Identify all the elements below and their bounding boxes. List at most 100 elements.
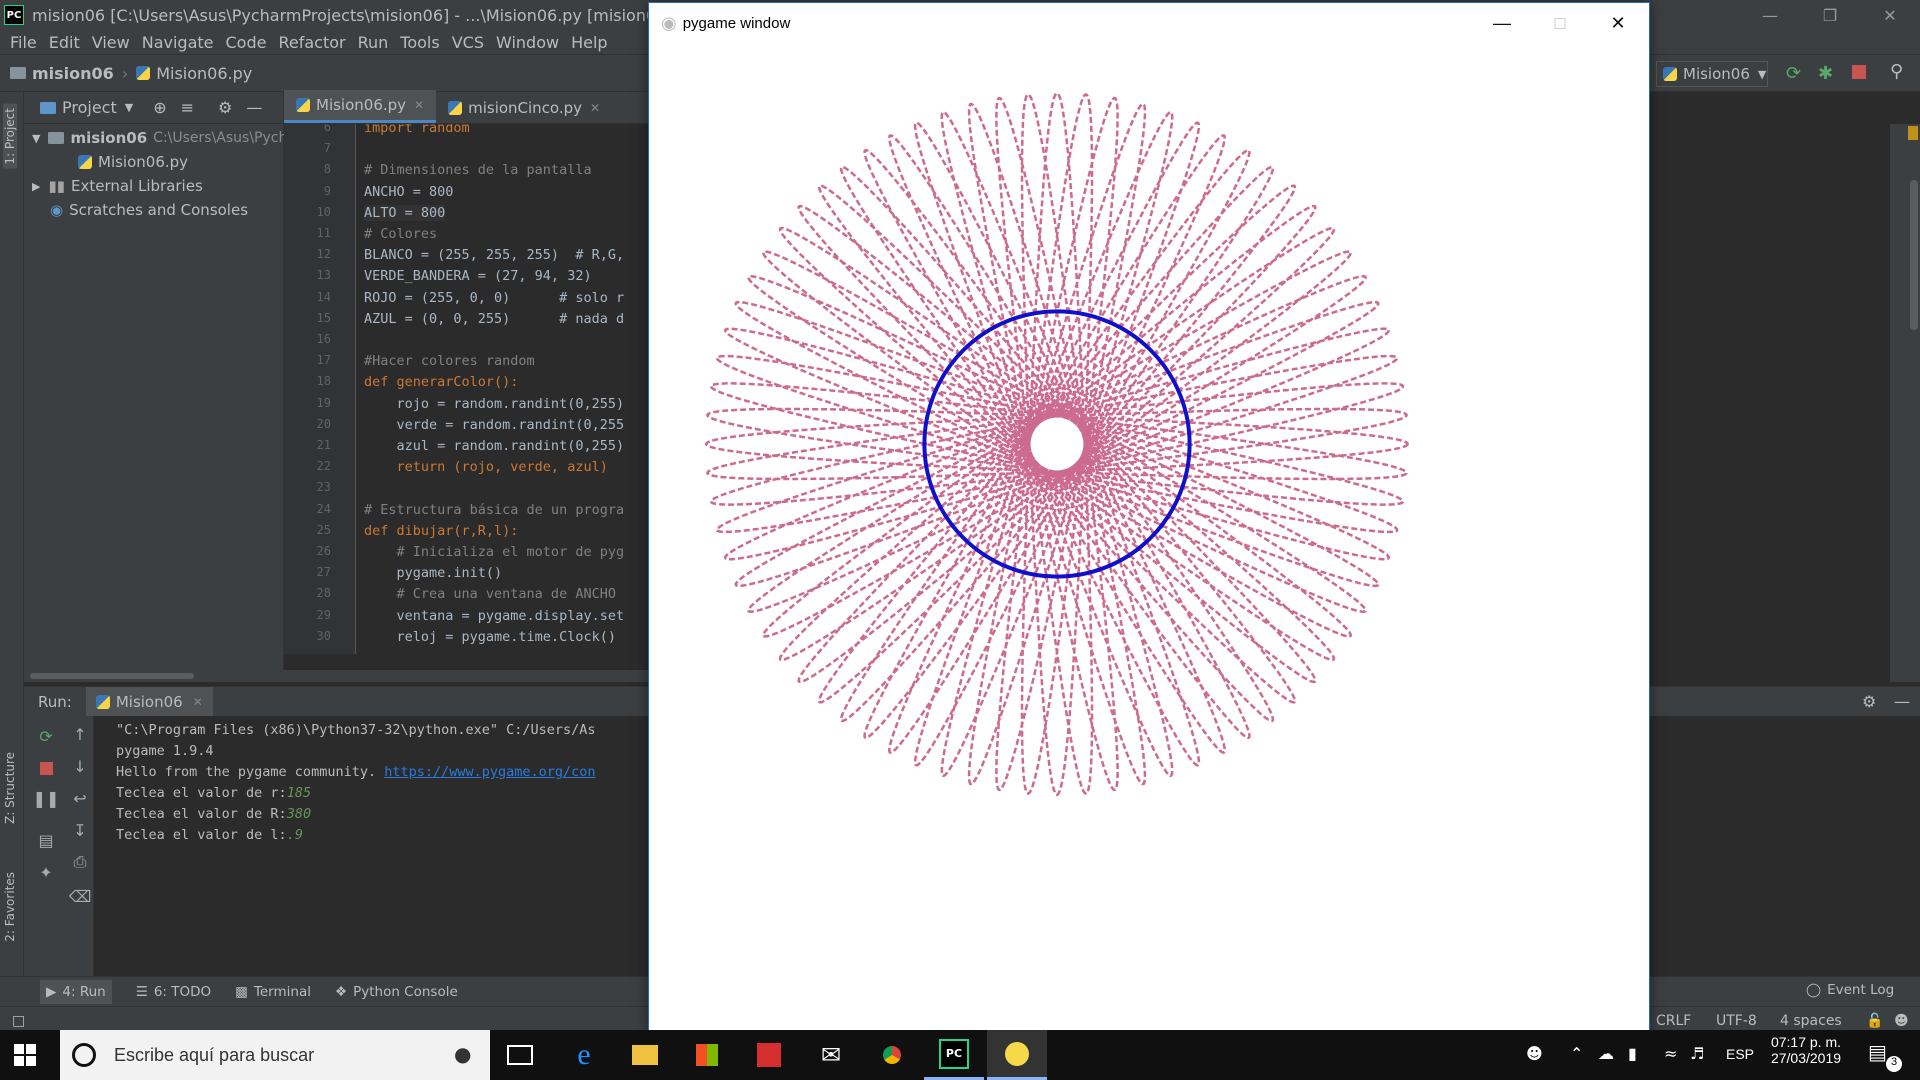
tree-item-external-libraries[interactable]: ▶ ▮▮ External Libraries [32,174,203,198]
layout-icon[interactable]: ▤ [36,830,56,850]
tree-item-file[interactable]: Mision06.py [78,150,188,174]
structure-tool-tab[interactable]: Z: Structure [3,752,17,824]
menu-vcs[interactable]: VCS [452,33,484,52]
code-editor[interactable]: import random # Dimensiones de la pantall… [356,124,650,654]
spirograph-canvas[interactable] [649,43,1649,1031]
tab-misioncinco[interactable]: misionCinco.py ✕ [436,93,612,123]
up-arrow-icon[interactable]: ↑ [70,724,90,744]
print-icon[interactable]: ⎙ [70,852,90,872]
locate-icon[interactable]: ⊕ [153,98,166,117]
pygame-close-button[interactable]: ✕ [1589,3,1647,43]
code-line: AZUL = (0, 0, 255) # nada d [364,310,625,327]
debug-icon[interactable]: ✱ [1818,63,1833,84]
gift-icon[interactable] [739,1030,799,1080]
menu-file[interactable]: File [10,33,37,52]
menu-edit[interactable]: Edit [49,33,80,52]
collapse-icon[interactable]: ≡ [181,98,194,117]
volume-icon[interactable]: ♬ [1690,1044,1704,1063]
people-icon[interactable]: ☻ [1526,1044,1543,1063]
tab-run[interactable]: ▶ 4: Run [40,979,112,1004]
trash-icon[interactable]: ⌫ [69,886,92,906]
close-icon[interactable]: ✕ [414,98,424,112]
menu-run[interactable]: Run [358,33,389,52]
pygame-maximize-button[interactable]: □ [1531,3,1589,43]
hide-icon[interactable]: — [246,98,262,117]
menu-help[interactable]: Help [571,33,607,52]
chevron-up-icon[interactable]: ⌃ [1570,1044,1583,1063]
menu-view[interactable]: View [92,33,130,52]
pygame-title-bar: ◉ pygame window — □ ✕ [649,3,1649,43]
encoding[interactable]: UTF-8 [1716,1013,1757,1029]
breadcrumb-project[interactable]: mision06 [10,64,114,83]
rerun-icon[interactable]: ⟳ [1786,63,1801,84]
mail-icon[interactable]: ✉ [801,1030,861,1080]
notification-icon[interactable]: ▤ [1868,1040,1887,1064]
close-icon[interactable]: ✕ [193,695,203,709]
pygame-minimize-button[interactable]: — [1473,3,1531,43]
chevron-down-icon[interactable]: ▼ [125,101,133,114]
vertical-scrollbar-thumb[interactable] [1910,180,1918,330]
project-view-dropdown[interactable]: Project [62,98,117,117]
close-icon[interactable]: ✕ [590,101,600,115]
clock[interactable]: 07:17 p. m. 27/03/2019 [1766,1034,1846,1066]
store-icon[interactable] [677,1030,737,1080]
cloud-icon[interactable]: ☁ [1598,1044,1614,1063]
line-separator[interactable]: CRLF [1656,1013,1691,1029]
tab-todo[interactable]: ☰ 6: TODO [136,984,211,1000]
breadcrumb-file[interactable]: Mision06.py [136,64,252,83]
tab-python-console[interactable]: ❖ Python Console [335,984,458,1000]
line-number: 10 [316,204,331,219]
menu-tools[interactable]: Tools [400,33,439,52]
menu-navigate[interactable]: Navigate [142,33,214,52]
ide-close-button[interactable]: ✕ [1860,0,1920,30]
menu-refactor[interactable]: Refactor [278,33,345,52]
warning-marker[interactable] [1908,126,1918,140]
pin-icon[interactable]: ✦ [36,862,56,882]
project-tool-tab[interactable]: 1: Project [3,104,17,169]
tab-mision06[interactable]: Mision06.py ✕ [284,90,437,123]
run-tab-mision06[interactable]: Mision06 ✕ [85,686,213,717]
scroll-to-end-icon[interactable]: ↧ [70,820,90,840]
file-explorer-icon[interactable] [615,1030,675,1080]
chevron-down-icon: ▼ [32,131,41,145]
windows-start-icon[interactable] [14,1044,36,1066]
language-indicator[interactable]: ESP [1726,1046,1754,1062]
scrollbar-thumb[interactable] [30,673,194,679]
pygame-link[interactable]: https://www.pygame.org/con [384,764,595,780]
wifi-icon[interactable]: ≈ [1664,1044,1677,1063]
pycharm-taskbar-icon[interactable]: PC [924,1030,984,1080]
taskbar-search[interactable]: Escribe aquí para buscar ● [60,1030,490,1080]
gear-icon[interactable]: ⚙ [218,98,232,117]
tree-item-project-root[interactable]: ▼ mision06 C:\Users\Asus\Pycha [32,126,296,150]
soft-wrap-icon[interactable]: ↩ [70,788,90,808]
run-config-dropdown[interactable]: Mision06 ▼ [1656,61,1768,87]
microphone-icon[interactable]: ● [454,1042,471,1066]
tree-item-scratches[interactable]: ◉ Scratches and Consoles [50,198,248,222]
stop-icon[interactable] [1852,65,1866,79]
lock-icon[interactable]: 🔓 [1866,1013,1883,1029]
menu-code[interactable]: Code [226,33,267,52]
ide-restore-button[interactable]: ❐ [1800,0,1860,30]
horizontal-scrollbar[interactable] [24,670,650,682]
indent-setting[interactable]: 4 spaces [1780,1013,1842,1029]
gear-icon[interactable]: ⚙ [1862,692,1876,711]
task-view-icon[interactable] [490,1030,550,1080]
event-log-button[interactable]: ◯ Event Log [1806,982,1894,998]
tab-terminal[interactable]: ▩ Terminal [235,984,311,1000]
favorites-tool-tab[interactable]: 2: Favorites [3,872,17,942]
pygame-taskbar-icon[interactable] [987,1030,1047,1080]
pygame-window[interactable]: ◉ pygame window — □ ✕ [648,2,1650,1032]
ide-minimize-button[interactable]: — [1740,0,1800,30]
menu-window[interactable]: Window [496,33,559,52]
pause-icon[interactable]: ❚❚ [33,788,60,808]
inspector-icon[interactable]: ☻ [1894,1013,1909,1029]
stop-icon[interactable] [39,761,53,775]
tool-windows-icon[interactable]: □ [12,1013,25,1029]
rerun-icon[interactable]: ⟳ [36,726,56,746]
down-arrow-icon[interactable]: ↓ [70,756,90,776]
search-icon[interactable]: ⚲ [1890,61,1903,82]
battery-icon[interactable]: ▮ [1628,1044,1637,1063]
hide-icon[interactable]: — [1894,692,1910,711]
edge-icon[interactable]: e [554,1030,614,1080]
chrome-icon[interactable] [862,1030,922,1080]
